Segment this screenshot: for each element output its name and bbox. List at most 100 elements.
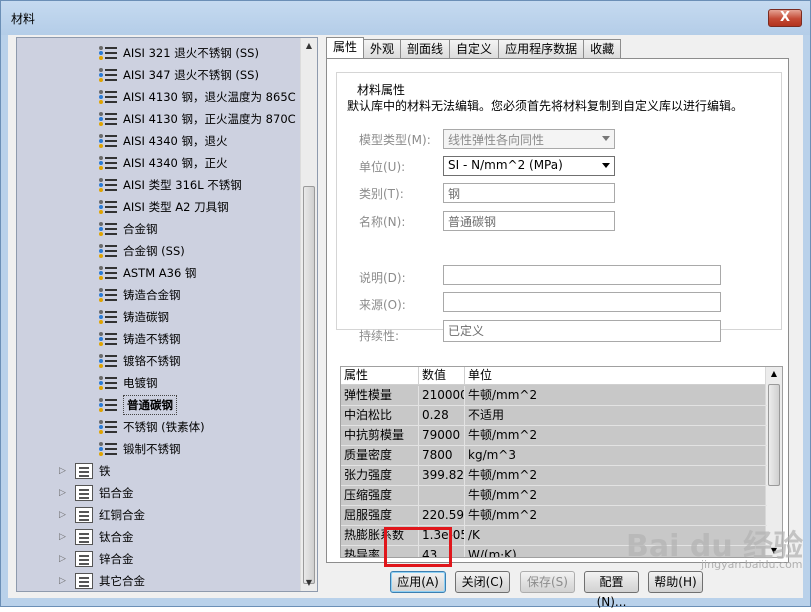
scroll-up-icon[interactable]: ▲ — [766, 369, 782, 378]
expand-arrow-icon[interactable]: ▷ — [59, 532, 69, 542]
cell-unit: 牛顿/mm^2 — [465, 466, 767, 486]
config-button[interactable]: 配置(N)... — [584, 571, 639, 609]
tree-item-material[interactable]: 不锈钢 (铁素体) — [99, 416, 205, 438]
tree-item-material[interactable]: 铸造不锈钢 — [99, 328, 181, 350]
column-header-unit: 单位 — [468, 368, 493, 382]
materials-dialog: 材料 X ▲ ▼ AISI 321 退火不锈钢 (SS) AISI 347 退火不… — [0, 0, 811, 609]
tree-item-material[interactable]: 铸造合金钢 — [99, 284, 181, 306]
tree-item-folder[interactable]: ▷ 锌合金 — [59, 548, 134, 570]
tree-item-material[interactable]: AISI 4130 钢，退火温度为 865C — [99, 86, 296, 108]
name-field: 普通碳钢 — [443, 211, 615, 231]
tree-item-material[interactable]: AISI 类型 A2 刀具钢 — [99, 196, 229, 218]
tree-item-label: 电镀钢 — [123, 376, 158, 390]
name-label: 名称(N): — [359, 215, 406, 229]
units-select[interactable]: SI - N/mm^2 (MPa) — [443, 156, 615, 176]
tree-item-label: 铸造不锈钢 — [123, 332, 181, 346]
tab-0[interactable]: 属性 — [326, 37, 365, 58]
cell-property: 压缩强度 — [341, 486, 419, 506]
tree-item-folder[interactable]: ▷ 铝合金 — [59, 482, 134, 504]
cell-value: 7800 — [419, 446, 465, 466]
table-row[interactable]: 张力强度399.826牛顿/mm^2 — [341, 466, 767, 486]
table-row[interactable]: 压缩强度 牛顿/mm^2 — [341, 486, 767, 506]
tree-item-material[interactable]: AISI 321 退火不锈钢 (SS) — [99, 42, 259, 64]
save-button[interactable]: 保存(S) — [520, 571, 575, 593]
tree-item-label: ASTM A36 钢 — [123, 266, 197, 280]
tree-item-material[interactable]: AISI 4130 钢，正火温度为 870C — [99, 108, 296, 130]
tree-item-label: 不锈钢 (铁素体) — [123, 420, 205, 434]
close-window-button[interactable]: X — [768, 9, 802, 27]
window-title: 材料 — [11, 12, 36, 26]
tree-item-material[interactable]: AISI 4340 钢，退火 — [99, 130, 228, 152]
material-icon — [99, 441, 117, 457]
help-button[interactable]: 帮助(H) — [648, 571, 703, 593]
material-icon — [99, 265, 117, 281]
tree-item-material[interactable]: 铸造碳钢 — [99, 306, 169, 328]
tree-item-material[interactable]: ASTM A36 钢 — [99, 262, 196, 284]
tab-5[interactable]: 收藏 — [583, 39, 622, 58]
scroll-up-icon[interactable]: ▲ — [301, 38, 317, 54]
library-folder-icon — [75, 485, 93, 501]
material-icon — [99, 155, 117, 171]
tree-item-material[interactable]: 镀铬不锈钢 — [99, 350, 181, 372]
tree-folder-label: 红铜合金 — [99, 508, 145, 522]
tree-item-material[interactable]: 普通碳钢 — [99, 394, 177, 416]
material-tree: ▲ ▼ AISI 321 退火不锈钢 (SS) AISI 347 退火不锈钢 (S… — [16, 37, 318, 592]
tab-2[interactable]: 剖面线 — [400, 39, 451, 58]
table-row[interactable]: 中泊松比 0.28 不适用 — [341, 406, 767, 426]
table-row[interactable]: 中抗剪模量 79000 牛顿/mm^2 — [341, 426, 767, 446]
tree-item-label: AISI 类型 A2 刀具钢 — [123, 200, 229, 214]
tree-item-folder[interactable]: ▷ 钛合金 — [59, 526, 134, 548]
category-label: 类别(T): — [359, 187, 404, 201]
table-row[interactable]: 弹性模量 210000 牛顿/mm^2 — [341, 386, 767, 406]
expand-arrow-icon[interactable]: ▷ — [59, 466, 69, 476]
material-icon — [99, 221, 117, 237]
cell-property: 中泊松比 — [341, 406, 419, 426]
tree-item-label: 合金钢 (SS) — [123, 244, 185, 258]
material-icon — [99, 133, 117, 149]
tab-3[interactable]: 自定义 — [449, 39, 500, 58]
expand-arrow-icon[interactable]: ▷ — [59, 576, 69, 586]
close-button[interactable]: 关闭(C) — [455, 571, 510, 593]
tab-1[interactable]: 外观 — [363, 39, 402, 58]
property-tabs: 属性 外观 剖面线 自定义 应用程序数据 收藏 — [326, 37, 622, 59]
table-scroll-thumb[interactable] — [768, 384, 780, 486]
column-header-property: 属性 — [341, 367, 419, 384]
tree-item-material[interactable]: AISI 4340 钢，正火 — [99, 152, 228, 174]
tree-folder-label: 锌合金 — [99, 552, 134, 566]
category-field: 钢 — [443, 183, 615, 203]
tree-item-material[interactable]: 电镀钢 — [99, 372, 158, 394]
units-label: 单位(U): — [359, 160, 406, 174]
tree-item-label: 锻制不锈钢 — [123, 442, 181, 456]
material-icon — [99, 309, 117, 325]
expand-arrow-icon[interactable]: ▷ — [59, 510, 69, 520]
apply-button[interactable]: 应用(A) — [390, 571, 446, 593]
tree-scrollbar[interactable]: ▲ ▼ — [300, 38, 317, 591]
tree-item-label: AISI 347 退火不锈钢 (SS) — [123, 68, 259, 82]
column-header-value: 数值 — [419, 367, 465, 384]
tree-item-material[interactable]: 合金钢 (SS) — [99, 240, 185, 262]
scroll-down-icon[interactable]: ▼ — [301, 575, 317, 591]
material-icon — [99, 243, 117, 259]
table-row[interactable]: 质量密度 7800 kg/m^3 — [341, 446, 767, 466]
material-icon — [99, 353, 117, 369]
model-type-select: 线性弹性各向同性 — [443, 129, 615, 149]
tree-item-material[interactable]: 合金钢 — [99, 218, 158, 240]
tab-4[interactable]: 应用程序数据 — [498, 39, 585, 58]
description-label: 说明(D): — [359, 271, 406, 285]
expand-arrow-icon[interactable]: ▷ — [59, 554, 69, 564]
cell-property: 张力强度 — [341, 466, 419, 486]
chevron-down-icon[interactable] — [602, 163, 610, 168]
tree-item-folder[interactable]: ▷ 红铜合金 — [59, 504, 145, 526]
expand-arrow-icon[interactable]: ▷ — [59, 488, 69, 498]
apply-highlight-box — [384, 527, 452, 567]
library-folder-icon — [75, 573, 93, 589]
tree-scroll-thumb[interactable] — [303, 186, 315, 584]
tree-item-label: AISI 类型 316L 不锈钢 — [123, 178, 242, 192]
library-folder-icon — [75, 463, 93, 479]
tree-item-folder[interactable]: ▷ 铁 — [59, 460, 111, 482]
tree-item-label: AISI 4340 钢，正火 — [123, 156, 228, 170]
tree-item-material[interactable]: AISI 347 退火不锈钢 (SS) — [99, 64, 259, 86]
tree-item-material[interactable]: AISI 类型 316L 不锈钢 — [99, 174, 242, 196]
tree-item-folder[interactable]: ▷ 其它合金 — [59, 570, 145, 591]
tree-item-material[interactable]: 锻制不锈钢 — [99, 438, 181, 460]
